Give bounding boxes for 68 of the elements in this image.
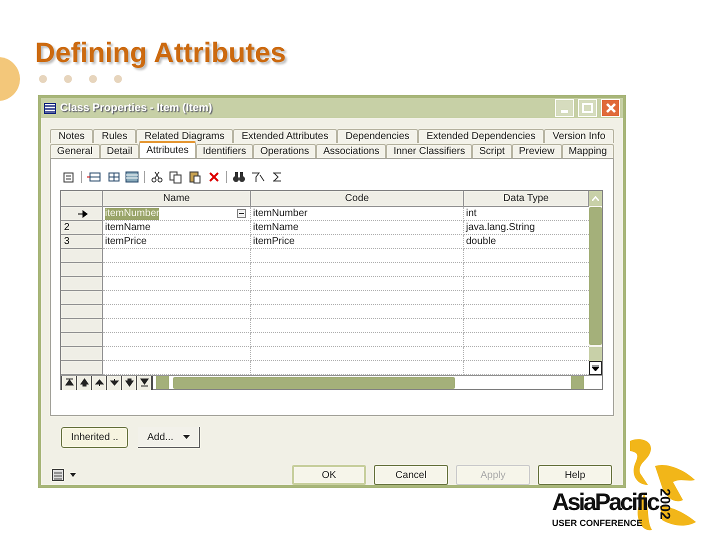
caret-icon	[70, 473, 76, 477]
close-button[interactable]	[601, 99, 620, 117]
insert-row-icon[interactable]	[87, 170, 101, 184]
table-cell: itemNumber	[251, 207, 464, 221]
last-record-icon[interactable]	[137, 376, 152, 390]
close-icon	[606, 103, 616, 113]
list-icon	[52, 469, 64, 481]
tab[interactable]: General	[50, 144, 100, 158]
caret-icon	[183, 435, 190, 439]
slide-title: Defining Attributes	[35, 36, 287, 70]
horizontal-scroll-thumb[interactable]	[173, 376, 455, 388]
tab[interactable]: Extended Dependencies	[418, 129, 544, 143]
scroll-bottom-button[interactable]	[589, 361, 602, 375]
previous-record-icon[interactable]	[92, 376, 107, 390]
tab[interactable]: Attributes	[139, 141, 196, 158]
column-header[interactable]: Name	[103, 191, 251, 206]
previous-page-icon[interactable]	[77, 376, 92, 390]
copy-icon[interactable]	[169, 170, 183, 184]
next-page-icon[interactable]	[122, 376, 137, 390]
tab[interactable]: Detail	[100, 144, 140, 158]
minimize-icon	[561, 110, 568, 113]
tab[interactable]: Mapping	[562, 144, 614, 158]
tab[interactable]: Preview	[512, 144, 562, 158]
tab[interactable]: Notes	[50, 129, 94, 143]
tab[interactable]: Dependencies	[336, 129, 418, 143]
next-record-icon[interactable]	[107, 376, 122, 390]
arrow-icon	[78, 210, 88, 218]
add-button[interactable]: Add...	[138, 427, 200, 448]
first-record-icon[interactable]	[62, 376, 77, 390]
tab[interactable]: Extended Attributes	[233, 129, 337, 143]
maximize-icon	[582, 103, 593, 113]
tab[interactable]: Version Info	[544, 129, 614, 143]
table-cell-text: itemName	[105, 222, 151, 234]
table-cell: itemPrice	[251, 235, 464, 249]
window-title: Class Properties - Item (Item)	[60, 100, 212, 116]
scroll-thumb[interactable]	[589, 207, 602, 345]
tab[interactable]: Operations	[253, 144, 316, 158]
dialog-button[interactable]: Help	[538, 465, 612, 485]
table-cell-text: itemPrice	[105, 236, 147, 248]
table-cell: itemName	[251, 221, 464, 235]
dialog-button[interactable]: Cancel	[374, 465, 448, 485]
sum-icon[interactable]	[270, 170, 284, 184]
cut-icon[interactable]	[150, 170, 164, 184]
tab[interactable]: Inner Classifiers	[386, 144, 472, 158]
row-header[interactable]: 2	[61, 221, 103, 235]
inherited-button[interactable]: Inherited ..	[61, 427, 128, 448]
menu-button[interactable]	[52, 469, 76, 481]
bottom-arrow-icon	[592, 365, 599, 371]
vertical-scrollbar[interactable]	[589, 191, 602, 375]
row-header[interactable]: 3	[61, 235, 103, 249]
binoculars-icon[interactable]	[232, 170, 246, 184]
column-header[interactable]: Code	[251, 191, 464, 206]
filter-icon[interactable]	[251, 170, 265, 184]
dialog-button[interactable]: OK	[292, 465, 366, 485]
properties-icon[interactable]	[62, 170, 76, 184]
tab[interactable]: Related Diagrams	[136, 129, 234, 143]
window-icon	[44, 102, 56, 114]
collapse-icon[interactable]	[237, 209, 246, 218]
row-header[interactable]	[61, 207, 103, 221]
tab[interactable]: Associations	[316, 144, 386, 158]
logo-year: 2002	[658, 488, 673, 520]
paste-icon[interactable]	[188, 170, 202, 184]
tab[interactable]: Script	[472, 144, 512, 158]
tab[interactable]: Rules	[93, 129, 136, 143]
rows-icon[interactable]	[125, 170, 139, 184]
delete-icon[interactable]	[207, 170, 221, 184]
tab[interactable]: Identifiers	[196, 144, 254, 158]
add-row-icon[interactable]	[106, 170, 120, 184]
